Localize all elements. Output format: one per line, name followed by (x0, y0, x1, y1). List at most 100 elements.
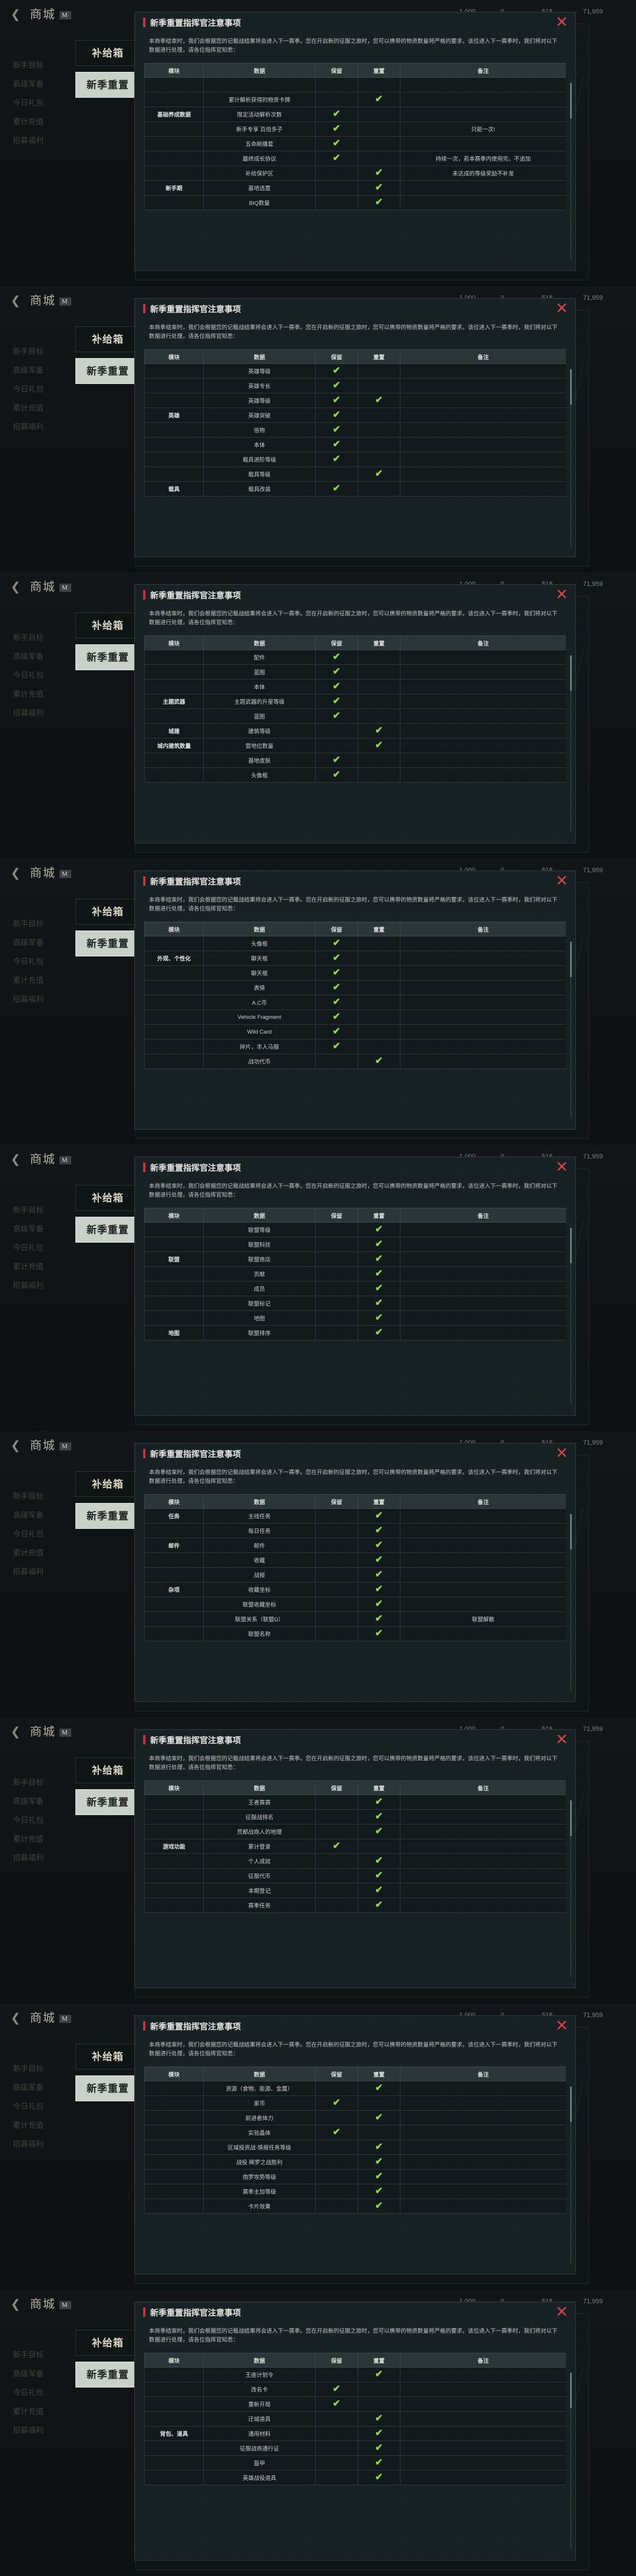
scrollbar-thumb[interactable] (570, 1800, 572, 1836)
tab-supply-box[interactable]: 补给箱 (75, 40, 140, 66)
tab-supply-box[interactable]: 补给箱 (75, 899, 140, 925)
close-icon[interactable]: ✕ (554, 2304, 569, 2320)
reset-table-wrapper[interactable]: 模块 数据 保留 重置 备注 王者赛赛 ✔ 征服战排名 ✔ 荒都战商人的地理 ✔ 游戏功能累… (144, 1780, 566, 1988)
tab-season-reset[interactable]: 新季重置 (75, 1503, 140, 1529)
scrollbar[interactable] (570, 2373, 572, 2549)
scrollbar[interactable] (570, 83, 572, 260)
check-icon: ✔ (332, 395, 341, 405)
scrollbar-thumb[interactable] (570, 1228, 572, 1263)
close-icon[interactable]: ✕ (554, 1159, 569, 1175)
scrollbar-thumb[interactable] (570, 369, 572, 405)
tab-supply-box[interactable]: 补给箱 (75, 2330, 140, 2356)
close-icon[interactable]: ✕ (554, 1445, 569, 1461)
module-cell (144, 437, 204, 452)
screen-panel: ❮商城M 新手目标高级军备今日礼包累计充值招募福利1,000051871,959… (0, 572, 636, 859)
back-arrow-icon[interactable]: ❮ (11, 867, 22, 880)
reset-table-wrapper[interactable]: 模块 数据 保留 重置 备注 联盟等级 ✔ 联盟科技 ✔ 联盟 联盟商店 ✔ 贡献 ✔ 成员 ✔ 联盟… (144, 1208, 566, 1415)
back-arrow-icon[interactable]: ❮ (11, 8, 22, 21)
tab-season-reset[interactable]: 新季重置 (75, 1217, 140, 1243)
close-icon[interactable]: ✕ (554, 587, 569, 602)
keep-cell (315, 1296, 358, 1311)
scrollbar[interactable] (570, 1228, 572, 1405)
note-cell (400, 1552, 566, 1568)
reset-table-wrapper[interactable]: 模块 数据 保留 重置 备注 任务 主线任务 ✔ 每日任务 ✔ 邮件 邮件 ✔ 收藏 ✔ 战报 ✔ 杂项… (144, 1494, 566, 1701)
scrollbar-thumb[interactable] (570, 2087, 572, 2122)
background-menu-item: 招募福利 (13, 1281, 44, 1290)
keep-cell (315, 1824, 358, 1839)
close-icon[interactable]: ✕ (554, 14, 569, 30)
reset-table-wrapper[interactable]: 模块 数据 保留 重置 备注 累计解析获得的物资卡牌 ✔ 基础养成数据 限定活动解析次… (144, 63, 566, 270)
close-icon[interactable]: ✕ (554, 2018, 569, 2034)
reset-table-wrapper[interactable]: 模块 数据 保留 重置 备注 英雄等级 ✔ 英雄专长 ✔ 英雄等级 ✔ ✔ 英雄 英雄突破 ✔ 信物… (144, 349, 566, 557)
reset-table-wrapper[interactable]: 模块 数据 保留 重置 备注 王座计划令 ✔ 改名卡 ✔ 重新开局 ✔ 迁城道具 ✔ 背包、道具… (144, 2353, 566, 2560)
scrollbar-thumb[interactable] (570, 942, 572, 977)
keep-cell (315, 180, 358, 196)
keep-cell (315, 1853, 358, 1869)
tab-season-reset[interactable]: 新季重置 (75, 358, 140, 384)
tab-season-reset[interactable]: 新季重置 (75, 1789, 140, 1815)
scrollbar-thumb[interactable] (570, 655, 572, 691)
reset-cell (357, 363, 400, 379)
shop-title: ❮ 商城 M (11, 1436, 71, 1453)
scrollbar[interactable] (570, 1800, 572, 1977)
header-reset: 重置 (357, 1208, 400, 1223)
scrollbar[interactable] (570, 2087, 572, 2263)
back-arrow-icon[interactable]: ❮ (11, 1153, 22, 1166)
reset-table: 模块 数据 保留 重置 备注 王座计划令 ✔ 改名卡 ✔ 重新开局 ✔ 迁城道具 ✔ 背包、道具… (144, 2353, 566, 2485)
table-body: 头像框 ✔ 外观、个性化 聊天框 ✔ 聊天框 ✔ 表情 ✔ A.C币 ✔ Vehicle Fragme… (144, 936, 566, 1069)
tab-supply-box[interactable]: 补给箱 (75, 1757, 140, 1783)
scrollbar[interactable] (570, 942, 572, 1118)
scrollbar-thumb[interactable] (570, 83, 572, 118)
tab-supply-box[interactable]: 补给箱 (75, 1471, 140, 1497)
tab-season-reset[interactable]: 新季重置 (75, 2075, 140, 2101)
tab-season-reset[interactable]: 新季重置 (75, 931, 140, 956)
table-header-row: 模块 数据 保留 重置 备注 (144, 349, 566, 364)
tab-supply-box[interactable]: 补给箱 (75, 1185, 140, 1211)
tab-supply-box[interactable]: 补给箱 (75, 612, 140, 638)
reset-table-wrapper[interactable]: 模块 数据 保留 重置 备注 配件 ✔ 蓝图 ✔ 本体 ✔ 主题武器 主题武器的升星等级 ✔ 蓝图… (144, 635, 566, 843)
check-icon: ✔ (332, 454, 341, 464)
table-body: 英雄等级 ✔ 英雄专长 ✔ 英雄等级 ✔ ✔ 英雄 英雄突破 ✔ 信物 ✔ 本体 ✔ 载具进阶等级 ✔ 载具等级… (144, 363, 566, 496)
header-reset: 重置 (357, 635, 400, 650)
shop-badge: M (59, 2301, 71, 2310)
table-row: 联盟收藏坐标 ✔ (144, 1597, 566, 1612)
scrollbar[interactable] (570, 655, 572, 832)
check-icon: ✔ (375, 2171, 383, 2181)
back-arrow-icon[interactable]: ❮ (11, 581, 22, 594)
back-arrow-icon[interactable]: ❮ (11, 294, 22, 307)
note-cell (400, 664, 566, 680)
close-icon[interactable]: ✕ (554, 873, 569, 889)
keep-cell: ✔ (315, 767, 358, 783)
dialog-header: 新季重置指挥官注意事项 ✕ (135, 2302, 575, 2322)
back-arrow-icon[interactable]: ❮ (11, 1726, 22, 1739)
tab-season-reset[interactable]: 新季重置 (75, 644, 140, 670)
scrollbar-thumb[interactable] (570, 1514, 572, 1549)
reset-table-wrapper[interactable]: 模块 数据 保留 重置 备注 头像框 ✔ 外观、个性化 聊天框 ✔ 聊天框 ✔ 表情 ✔ A.C币… (144, 922, 566, 1129)
scrollbar-thumb[interactable] (570, 2373, 572, 2408)
back-arrow-icon[interactable]: ❮ (11, 2012, 22, 2025)
note-cell (400, 738, 566, 753)
header-keep: 保留 (315, 1780, 358, 1795)
background-menu-item: 高级军备 (13, 2369, 44, 2378)
scrollbar[interactable] (570, 1514, 572, 1691)
shop-title: ❮ 商城 M (11, 291, 71, 308)
reset-table-wrapper[interactable]: 模块 数据 保留 重置 备注 资源（食物、能源、金属） ✔ 家币 ✔ 前进者体力 ✔ 实验晶… (144, 2067, 566, 2274)
data-cell: 英雄专长 (203, 378, 316, 393)
reset-cell (357, 107, 400, 122)
back-arrow-icon[interactable]: ❮ (11, 2298, 22, 2311)
close-icon[interactable]: ✕ (554, 300, 569, 316)
module-cell (144, 2184, 204, 2199)
table-row: 杂项 收藏坐标 ✔ (144, 1582, 566, 1597)
reset-cell: ✔ (357, 1567, 400, 1582)
background-menu-item: 招募福利 (13, 995, 44, 1004)
scrollbar[interactable] (570, 369, 572, 546)
close-icon[interactable]: ✕ (554, 1731, 569, 1747)
tab-supply-box[interactable]: 补给箱 (75, 2044, 140, 2070)
tab-season-reset[interactable]: 新季重置 (75, 2362, 140, 2388)
back-arrow-icon[interactable]: ❮ (11, 1439, 22, 1452)
reset-notice-dialog: 新季重置指挥官注意事项 ✕ 本商季结束时，我们会根据您的记载战结果将会进入下一赛… (134, 1729, 576, 1988)
reset-cell: ✔ (357, 1868, 400, 1883)
tab-season-reset[interactable]: 新季重置 (75, 72, 140, 98)
reset-cell: ✔ (357, 2367, 400, 2382)
tab-supply-box[interactable]: 补给箱 (75, 326, 140, 352)
